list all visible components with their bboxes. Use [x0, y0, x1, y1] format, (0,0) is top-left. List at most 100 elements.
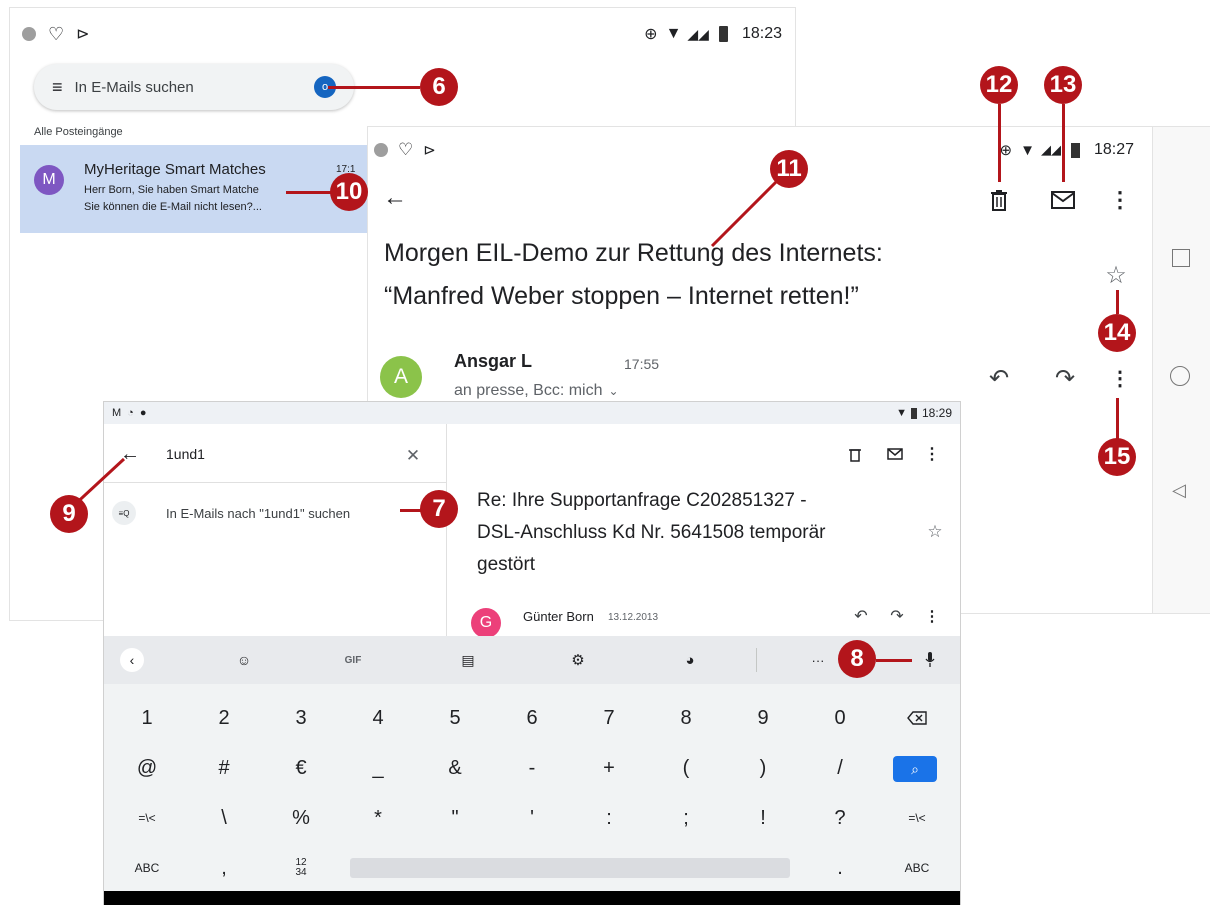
- notification-dot-icon: [374, 143, 388, 157]
- theme-palette-icon[interactable]: ◕: [678, 648, 702, 672]
- key-paren-close[interactable]: ): [728, 746, 798, 790]
- sync-icon: ⊕: [644, 26, 658, 43]
- key-plus[interactable]: +: [574, 746, 644, 790]
- key-euro[interactable]: €: [266, 746, 336, 790]
- key-asterisk[interactable]: *: [343, 796, 413, 840]
- key-ampersand[interactable]: &: [420, 746, 490, 790]
- more-options-icon[interactable]: ⋮: [1108, 183, 1132, 217]
- search-key[interactable]: ⌕: [893, 756, 937, 782]
- key-4[interactable]: 4: [343, 696, 413, 740]
- recipients-text: an presse, Bcc: mich: [454, 382, 603, 399]
- key-percent[interactable]: %: [266, 796, 336, 840]
- callout-line-12: [998, 104, 1001, 182]
- mark-unread-icon[interactable]: [885, 444, 905, 464]
- backspace-icon[interactable]: [882, 696, 952, 740]
- message-row[interactable]: M MyHeritage Smart Matches 17:1 Herr Bor…: [20, 145, 372, 233]
- delete-icon[interactable]: [845, 444, 865, 464]
- sender-name: Ansgar L: [454, 351, 533, 371]
- gif-button[interactable]: GIF: [338, 650, 368, 670]
- callout-line-10: [286, 191, 332, 194]
- key-8[interactable]: 8: [651, 696, 721, 740]
- key-period[interactable]: .: [805, 846, 875, 890]
- arrow-flag-icon: ⊳: [423, 142, 436, 159]
- message-more-icon[interactable]: ⋮: [925, 606, 940, 626]
- callout-line-14: [1116, 290, 1119, 314]
- search-icon: ⌕: [911, 760, 919, 777]
- message-sender: MyHeritage Smart Matches: [84, 161, 266, 178]
- key-abc-left[interactable]: ABC: [112, 846, 182, 890]
- settings-gear-icon[interactable]: ⚙: [566, 648, 590, 672]
- callout-line-8: [876, 659, 912, 662]
- callout-7: 7: [420, 490, 458, 528]
- key-0[interactable]: 0: [805, 696, 875, 740]
- space-bar[interactable]: [350, 858, 790, 878]
- mark-unread-icon[interactable]: [1048, 185, 1078, 215]
- more-button[interactable]: ···: [804, 648, 832, 672]
- key-2[interactable]: 2: [189, 696, 259, 740]
- keyboard-toolbar: ‹ ☺ GIF ▤ ⚙ ◕ ···: [104, 636, 960, 684]
- callout-line-6: [328, 86, 420, 89]
- collapse-toolbar-icon[interactable]: ‹: [120, 648, 144, 672]
- reply-icon[interactable]: ↶: [851, 606, 871, 626]
- key-comma[interactable]: ,: [189, 846, 259, 890]
- recents-icon[interactable]: [1172, 249, 1190, 267]
- key-5[interactable]: 5: [420, 696, 490, 740]
- email-subject-line1: Morgen EIL-Demo zur Rettung des Internet…: [384, 239, 883, 267]
- reply-icon[interactable]: ↶: [982, 363, 1016, 393]
- key-backslash[interactable]: \: [189, 796, 259, 840]
- key-1[interactable]: 1: [112, 696, 182, 740]
- email-subject-line1: Re: Ihre Supportanfrage C202851327 -: [477, 490, 807, 511]
- search-suggestion[interactable]: ≡Q In E-Mails nach "1und1" suchen: [112, 498, 442, 528]
- back-arrow-icon[interactable]: ←: [380, 183, 410, 213]
- recipients[interactable]: an presse, Bcc: mich ⌄: [454, 382, 619, 400]
- key-semicolon[interactable]: ;: [651, 796, 721, 840]
- key-colon[interactable]: :: [574, 796, 644, 840]
- sticker-icon[interactable]: ☺: [232, 648, 256, 672]
- signal-icon: ◢◢: [1040, 142, 1061, 157]
- key-slash[interactable]: /: [805, 746, 875, 790]
- key-numpad[interactable]: 12 34: [266, 846, 336, 890]
- message-preview-line1: Herr Born, Sie haben Smart Matche: [84, 184, 259, 196]
- key-double-quote[interactable]: ": [420, 796, 490, 840]
- search-screen: M ◔ ● ▼ 18:29 ← 1und1 ✕ ≡Q In E-Mails na…: [104, 402, 960, 905]
- callout-10: 10: [330, 173, 368, 211]
- key-7[interactable]: 7: [574, 696, 644, 740]
- search-status-bar: M ◔ ● ▼ 18:29: [104, 402, 960, 424]
- home-icon[interactable]: [1170, 366, 1190, 386]
- clear-search-icon[interactable]: ✕: [401, 444, 425, 468]
- key-abc-right[interactable]: ABC: [882, 846, 952, 890]
- forward-icon[interactable]: ↷: [1048, 363, 1082, 393]
- back-icon[interactable]: ◁: [1168, 479, 1190, 501]
- key-minus[interactable]: -: [497, 746, 567, 790]
- callout-8: 8: [838, 640, 876, 678]
- star-icon[interactable]: ☆: [925, 522, 945, 542]
- key-6[interactable]: 6: [497, 696, 567, 740]
- key-exclamation[interactable]: !: [728, 796, 798, 840]
- search-query-input[interactable]: 1und1: [166, 446, 205, 462]
- search-bar[interactable]: ≡ In E-Mails suchen o: [34, 64, 354, 110]
- search-input[interactable]: In E-Mails suchen: [75, 79, 194, 96]
- key-underscore[interactable]: _: [343, 746, 413, 790]
- key-single-quote[interactable]: ': [497, 796, 567, 840]
- key-9[interactable]: 9: [728, 696, 798, 740]
- microphone-icon[interactable]: [920, 648, 940, 672]
- menu-icon[interactable]: ≡: [52, 77, 63, 98]
- key-paren-open[interactable]: (: [651, 746, 721, 790]
- key-symbols-right[interactable]: =\<: [882, 796, 952, 840]
- email-subject-line2: “Manfred Weber stoppen – Internet retten…: [384, 282, 859, 310]
- delete-icon[interactable]: [984, 185, 1014, 215]
- callout-line-15: [1116, 398, 1119, 442]
- forward-icon[interactable]: ↷: [887, 606, 907, 626]
- key-3[interactable]: 3: [266, 696, 336, 740]
- numpad-bottom: 34: [295, 867, 307, 878]
- more-options-icon[interactable]: ⋮: [924, 442, 940, 466]
- key-question[interactable]: ?: [805, 796, 875, 840]
- email-status-bar: ♡ ⊳ ⊕ ▼ ◢◢ 18:27: [374, 139, 1134, 161]
- star-icon[interactable]: ☆: [1102, 261, 1130, 289]
- sender-date: 13.12.2013: [608, 612, 659, 623]
- clipboard-icon[interactable]: ▤: [456, 648, 480, 672]
- message-more-icon[interactable]: ⋮: [1108, 363, 1132, 393]
- key-hash[interactable]: #: [189, 746, 259, 790]
- key-at[interactable]: @: [112, 746, 182, 790]
- key-symbols-left[interactable]: =\<: [112, 796, 182, 840]
